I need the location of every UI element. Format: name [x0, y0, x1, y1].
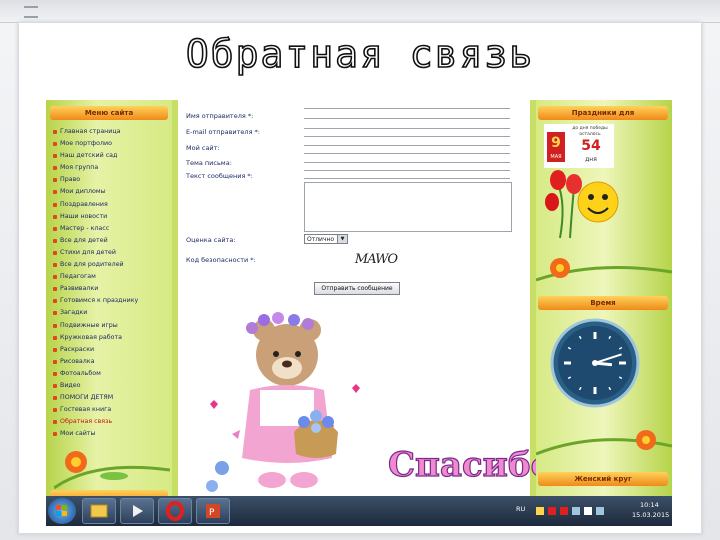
sidebar-menu-item[interactable]: Все для родителей — [52, 259, 170, 271]
media-player-icon — [133, 505, 143, 517]
name-input-underline — [304, 118, 510, 119]
sidebar-menu-item[interactable]: Право — [52, 174, 170, 186]
right-flower-decoration-icon — [536, 258, 672, 282]
folder-icon — [90, 504, 108, 518]
svg-text:P: P — [209, 508, 215, 518]
message-textarea[interactable] — [304, 182, 512, 232]
start-button[interactable] — [48, 498, 76, 524]
projection-screen: Обратная связь Меню сайта Главная страни… — [0, 0, 720, 540]
site-label: Мой сайт: — [186, 144, 220, 152]
name-input[interactable] — [304, 108, 510, 109]
holidays-block-header: Праздники для — [538, 106, 668, 120]
email-field-underline — [304, 136, 510, 137]
rating-label: Оценка сайта: — [186, 236, 236, 244]
email-field[interactable] — [304, 128, 510, 129]
slide-title: Обратная связь — [185, 31, 535, 77]
opera-browser-icon — [166, 501, 184, 521]
sidebar-menu-item[interactable]: Рисовалка — [52, 356, 170, 368]
sidebar-menu-item[interactable]: Мое портфолио — [52, 138, 170, 150]
sidebar-menu-item[interactable]: Видео — [52, 380, 170, 392]
countdown-unit: дня — [585, 156, 597, 163]
victory-day-countdown: 9 МАЯ до дня победы осталось 54 дня — [544, 124, 614, 168]
taskbar-opera[interactable] — [158, 498, 192, 524]
sidebar-menu-item[interactable]: Мои дипломы — [52, 186, 170, 198]
windows-taskbar: P RU 10:14 15.03.2015 — [46, 496, 672, 526]
sidebar-menu-item[interactable]: Обратная связь — [52, 416, 170, 428]
subject-field[interactable] — [304, 162, 510, 163]
sidebar-menu-item[interactable]: Раскраски — [52, 344, 170, 356]
name-label: Имя отправителя *: — [186, 112, 254, 120]
sidebar-menu-item[interactable]: Развивалки — [52, 283, 170, 295]
message-label: Текст сообщения *: — [186, 172, 253, 180]
dropdown-arrow-icon[interactable]: ▼ — [337, 235, 347, 243]
analog-clock — [550, 318, 640, 408]
site-field[interactable] — [304, 145, 510, 146]
sidebar-menu-item[interactable]: Загадки — [52, 307, 170, 319]
clock-date[interactable]: 15.03.2015 — [632, 511, 669, 519]
message-field-top-line — [304, 178, 510, 179]
screen-top-bar — [0, 0, 720, 23]
language-indicator[interactable]: RU — [516, 505, 525, 513]
taskbar-media-player[interactable] — [120, 498, 154, 524]
rating-select-value: Отлично — [307, 236, 335, 243]
site-field-underline — [304, 153, 510, 154]
sidebar-menu-item[interactable]: Наш детский сад — [52, 150, 170, 162]
sidebar-menu-item[interactable]: Моя группа — [52, 162, 170, 174]
screen-handle-icon — [24, 6, 38, 18]
countdown-line1: до дня победы — [572, 126, 608, 131]
sidebar-menu-item[interactable]: Главная страница — [52, 126, 170, 138]
sidebar-menu-item[interactable]: Стихи для детей — [52, 247, 170, 259]
smiley-with-tulips-icon — [545, 170, 619, 239]
sidebar-menu-item[interactable]: Мастер - класс — [52, 223, 170, 235]
sidebar-menu-item[interactable]: Готовимся к празднику — [52, 295, 170, 307]
subject-label: Тема письма: — [186, 159, 232, 167]
powerpoint-icon: P — [206, 504, 220, 518]
email-label: E-mail отправителя *: — [186, 128, 260, 136]
sidebar-menu-item[interactable]: Педагогам — [52, 271, 170, 283]
left-column: Меню сайта Главная страница Мое портфолио… — [46, 100, 172, 500]
countdown-line2: осталось — [579, 132, 601, 137]
sidebar-menu-item[interactable]: ПОМОГИ ДЕТЯМ — [52, 392, 170, 404]
sidebar-menu-item[interactable]: Мои сайты — [52, 428, 170, 440]
sidebar-menu-item[interactable]: Гостевая книга — [52, 404, 170, 416]
sidebar-menu-item[interactable]: Наши новости — [52, 211, 170, 223]
rating-select[interactable]: Отлично ▼ — [304, 234, 348, 244]
taskbar-explorer[interactable] — [82, 498, 116, 524]
menu-block-header: Меню сайта — [50, 106, 168, 120]
sidebar-menu-item[interactable]: Кружковая работа — [52, 332, 170, 344]
feedback-form-area: Имя отправителя *: E-mail отправителя *:… — [178, 100, 554, 500]
sidebar-menu-item[interactable]: Подвижные игры — [52, 320, 170, 332]
taskbar-powerpoint[interactable]: P — [196, 498, 230, 524]
send-message-button[interactable]: Отправить сообщение — [314, 282, 400, 295]
right-bottom-flower-decoration-icon — [536, 430, 672, 456]
may-date-month: МАЯ — [550, 154, 562, 160]
sidebar-menu-item[interactable]: Все для детей — [52, 235, 170, 247]
sidebar-menu-item[interactable]: Фотоальбом — [52, 368, 170, 380]
captcha-label: Код безопасности *: — [186, 256, 256, 264]
thanks-graphic-text: Спасибо — [387, 444, 554, 485]
bottom-block-header: Женский круг — [538, 472, 668, 486]
website-screenshot: Меню сайта Главная страница Мое портфолио… — [46, 100, 672, 500]
right-column: Праздники для 9 МАЯ до дня победы остало… — [536, 100, 672, 500]
clock-time[interactable]: 10:14 — [640, 501, 659, 509]
captcha-image: MAWO — [344, 248, 408, 272]
windows-logo-icon — [56, 505, 67, 516]
subject-field-underline — [304, 170, 510, 171]
system-tray-icons[interactable] — [534, 505, 614, 517]
time-block-header: Время — [538, 296, 668, 310]
countdown-days: 54 — [581, 138, 601, 154]
flower-decoration-icon — [54, 451, 170, 490]
sidebar-menu-item[interactable]: Поздравления — [52, 199, 170, 211]
site-menu: Главная страница Мое портфолио Наш детский… — [52, 126, 170, 440]
